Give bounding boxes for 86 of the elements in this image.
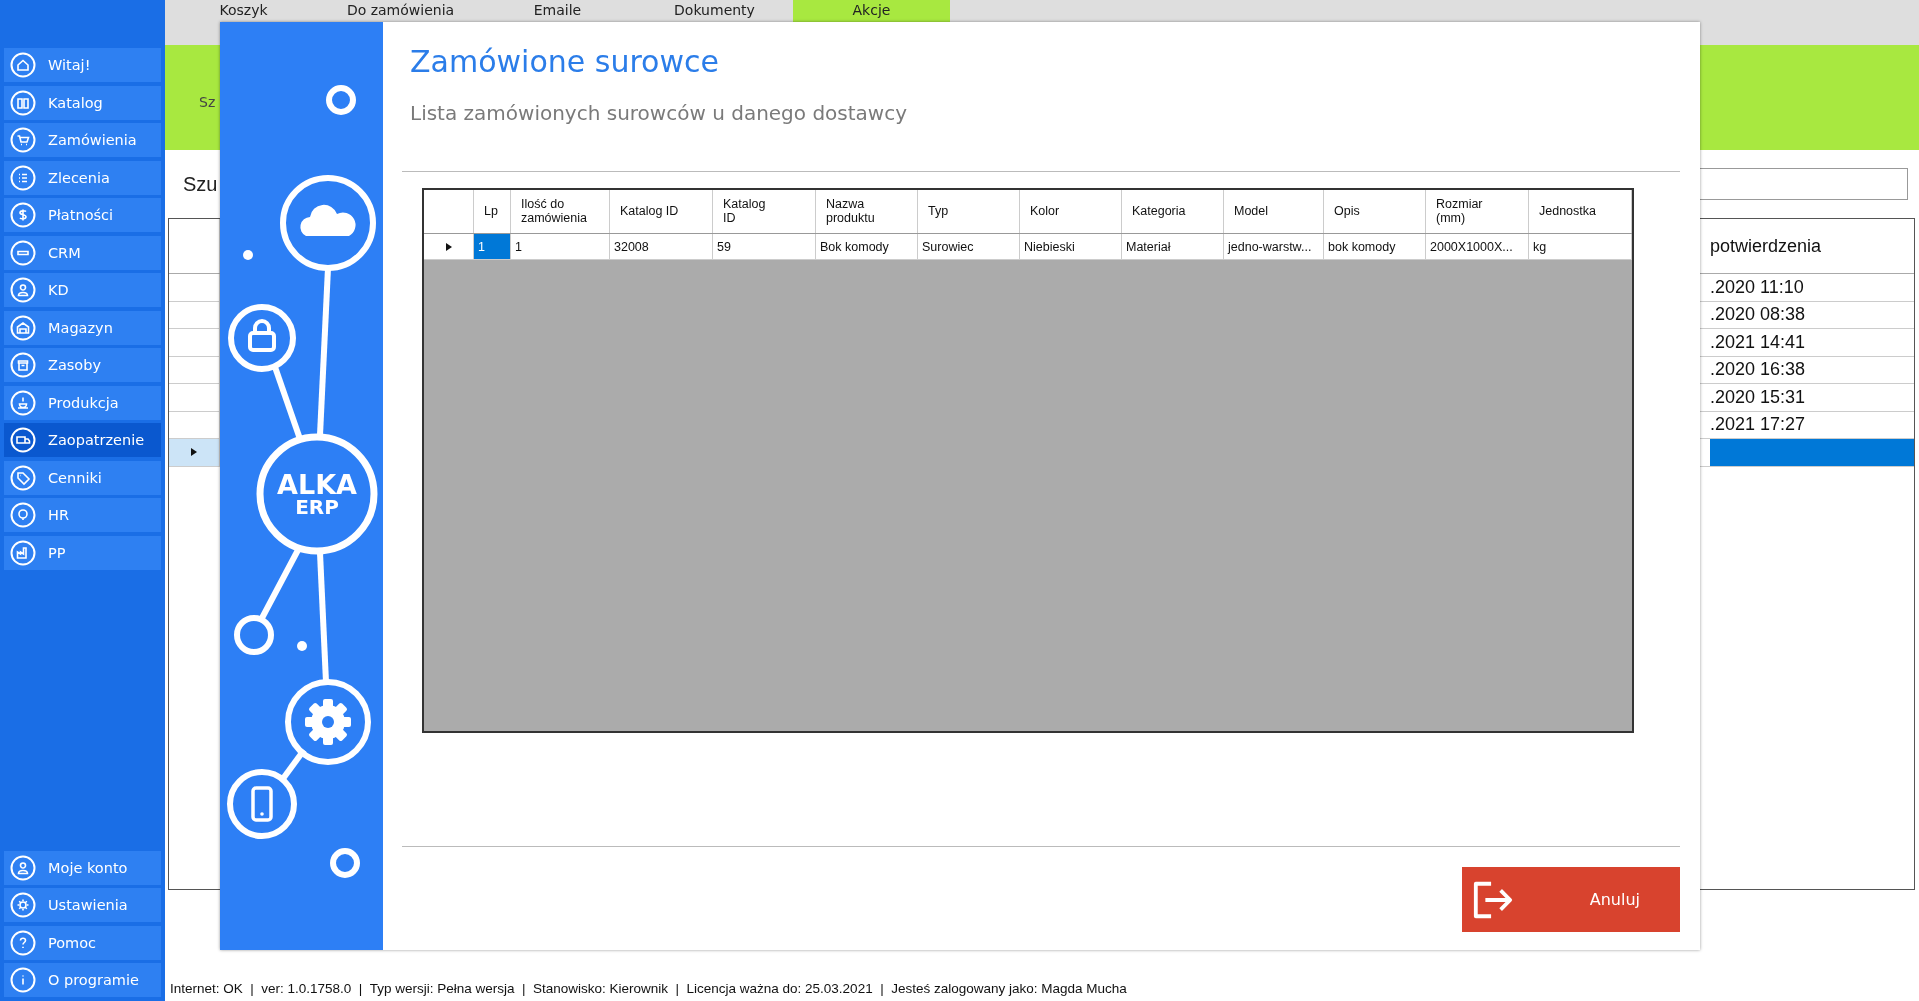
status-bar-text: Internet: OK | ver: 1.0.1758.0 | Typ wersji: Pełna wersja | Stanowisko: Kierownik | Licencja ważna do: 25.03.2021 | Jesteś zalogowany jako: Magda Mucha <box>170 981 1127 996</box>
sidebar-item[interactable]: Witaj! <box>4 48 161 82</box>
sidebar-item[interactable]: Zlecenia <box>4 160 161 195</box>
sidebar-item[interactable]: Pomoc <box>4 925 161 960</box>
table-cell: .2020 15:31 <box>1710 386 1806 408</box>
row-indicator-icon <box>191 448 197 457</box>
head-icon <box>10 502 36 528</box>
sidebar-item[interactable]: Zaopatrzenie <box>4 423 161 457</box>
sidebar-item[interactable]: Zamówienia <box>4 123 161 157</box>
sidebar-item[interactable]: Katalog <box>4 85 161 120</box>
exit-icon <box>1472 879 1514 920</box>
column-header[interactable]: Nazwa produktu <box>816 190 918 233</box>
ring-icon <box>326 85 356 115</box>
column-header[interactable]: Opis <box>1324 190 1426 233</box>
sidebar-item[interactable]: Płatności <box>4 198 161 232</box>
lock-icon <box>228 304 296 372</box>
table-cell: Materiał <box>1122 234 1224 259</box>
tag-icon <box>10 464 36 491</box>
list-icon <box>10 164 36 191</box>
table-cell: 59 <box>713 234 816 259</box>
cancel-button[interactable]: Anuluj <box>1462 867 1680 932</box>
row-indicator-icon <box>445 242 452 251</box>
column-header[interactable]: Typ <box>918 190 1020 233</box>
dot-icon <box>243 250 253 260</box>
table-cell: 1 <box>474 234 511 259</box>
dialog-title: Zamówione surowce <box>410 44 720 79</box>
sidebar-item[interactable]: Moje konto <box>4 850 161 885</box>
phone-icon <box>227 769 297 839</box>
column-header[interactable]: Model <box>1224 190 1324 233</box>
badge-icon <box>10 239 36 266</box>
column-header[interactable]: Kolor <box>1020 190 1122 233</box>
ring-icon <box>330 848 360 878</box>
table-cell: bok komody <box>1324 234 1426 259</box>
table-cell: .2020 11:10 <box>1710 276 1804 298</box>
help-icon <box>10 929 36 956</box>
dot-icon <box>297 641 307 651</box>
factory-icon <box>10 539 36 566</box>
gear-icon <box>285 679 371 765</box>
dialog-subtitle: Lista zamówionych surowców u danego dostawcy <box>410 101 909 125</box>
column-header[interactable]: Lp <box>474 190 511 233</box>
table-cell: Surowiec <box>918 234 1020 259</box>
table-cell: .2021 17:27 <box>1710 414 1806 436</box>
column-header[interactable]: Katalog ID <box>713 190 816 233</box>
ring-icon <box>234 615 274 655</box>
search-label: Szu <box>183 172 219 196</box>
table-cell: Niebieski <box>1020 234 1122 259</box>
table-cell: .2020 16:38 <box>1710 359 1806 381</box>
truck-icon <box>10 427 36 453</box>
box-icon <box>10 352 36 378</box>
info-icon <box>10 967 36 993</box>
column-header[interactable]: Ilość do zamówienia <box>511 190 610 233</box>
sidebar-item[interactable]: HR <box>4 498 161 532</box>
table-row[interactable]: 1 1 32008 59 Bok komody Surowiec Niebieski Materiał jedno-warstw... bok komody 2000X1000X... kg <box>424 234 1632 260</box>
table-cell: kg <box>1529 234 1632 259</box>
cart-icon <box>10 127 36 153</box>
column-header[interactable]: Kategoria <box>1122 190 1224 233</box>
sidebar-item[interactable]: Produkcja <box>4 385 161 420</box>
table-cell: 2000X1000X... <box>1426 234 1529 259</box>
person-icon <box>10 277 36 303</box>
column-header[interactable]: Rozmiar (mm) <box>1426 190 1529 233</box>
table-cell: 1 <box>511 234 610 259</box>
settings-icon <box>10 892 36 918</box>
sidebar-item[interactable]: O programie <box>4 963 161 997</box>
column-header: potwierdzenia <box>1710 234 1823 258</box>
column-header[interactable]: Jednostka <box>1529 190 1632 233</box>
column-header[interactable]: Katalog ID <box>610 190 713 233</box>
lamp-icon <box>10 389 36 416</box>
table-cell: jedno-warstw... <box>1224 234 1324 259</box>
table-cell: .2021 14:41 <box>1710 331 1806 353</box>
toolbar-label: Sz <box>199 94 216 110</box>
sidebar-item[interactable]: Ustawienia <box>4 888 161 922</box>
sidebar-item[interactable]: Cenniki <box>4 460 161 495</box>
sidebar-item[interactable]: KD <box>4 273 161 307</box>
sidebar-item[interactable]: PP <box>4 535 161 570</box>
sidebar-item[interactable]: CRM <box>4 235 161 270</box>
home-icon <box>10 52 36 78</box>
book-icon <box>10 89 36 116</box>
cloud-icon <box>280 175 376 271</box>
table-cell: 32008 <box>610 234 713 259</box>
sidebar-item[interactable]: Magazyn <box>4 310 161 345</box>
dollar-icon <box>10 202 36 228</box>
table-cell: .2020 08:38 <box>1710 304 1806 326</box>
person-icon <box>10 854 36 881</box>
house-icon <box>10 314 36 341</box>
table-cell: Bok komody <box>816 234 918 259</box>
sidebar-item[interactable]: Zasoby <box>4 348 161 382</box>
